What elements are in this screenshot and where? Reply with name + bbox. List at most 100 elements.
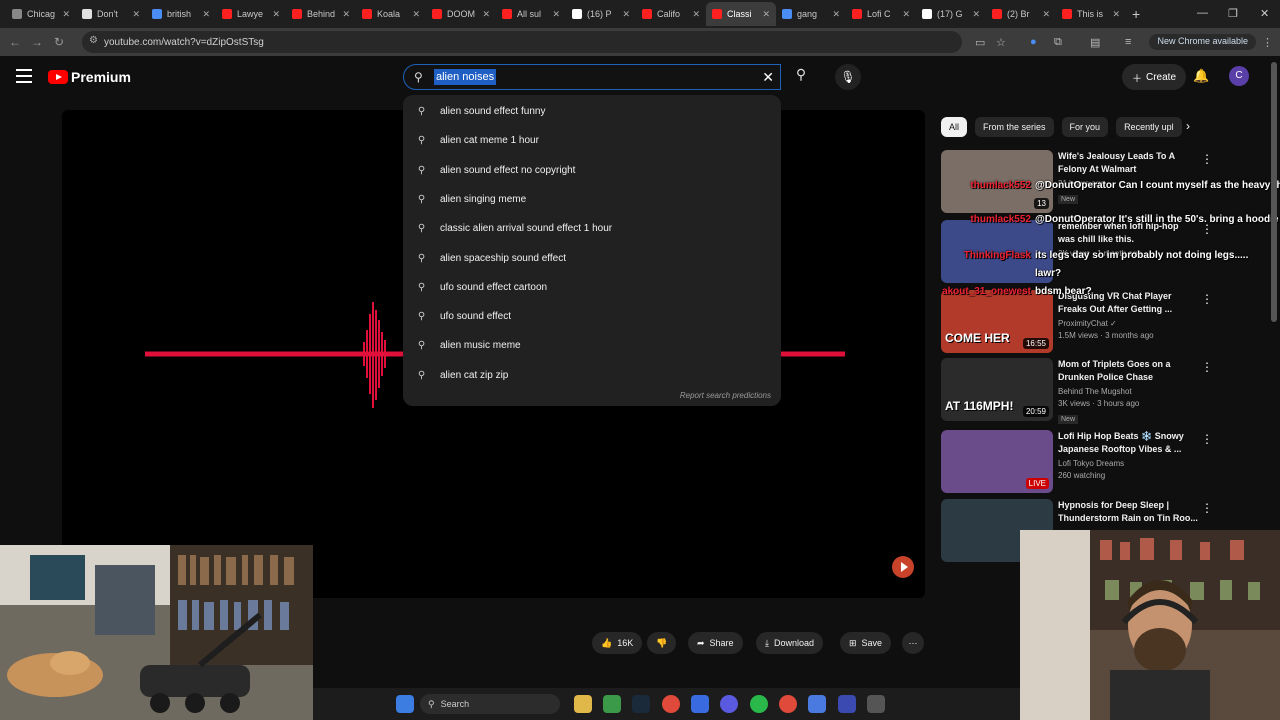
tab-close-icon[interactable]: ✕ <box>832 9 840 20</box>
search-suggestion-item[interactable]: ⚲ ufo sound effect <box>403 302 781 331</box>
notifications-bell-icon[interactable]: 🔔 <box>1193 68 1209 84</box>
chips-next-chevron-icon[interactable]: › <box>1186 119 1190 133</box>
video-options-icon[interactable]: ⋮ <box>1201 152 1213 166</box>
browser-tab[interactable]: Califo ✕ <box>636 2 706 26</box>
related-video-card[interactable]: COME HER 16:55 Disgusting VR Chat Player F… <box>941 290 1213 354</box>
related-video-card[interactable]: LIVE Lofi Hip Hop Beats ❄️ Snowy Japanese… <box>941 430 1213 494</box>
taskbar-app-icon-5[interactable] <box>867 695 885 713</box>
taskbar-search[interactable]: ⚲ Search <box>420 694 560 714</box>
search-suggestion-item[interactable]: ⚲ alien music meme <box>403 331 781 360</box>
related-video-card[interactable]: AT 116MPH! 20:59 Mom of Triplets Goes on a… <box>941 358 1213 424</box>
tab-close-icon[interactable]: ✕ <box>412 9 420 20</box>
video-thumbnail[interactable]: LIVE <box>941 430 1053 493</box>
extension-icon[interactable]: ● <box>1030 36 1037 48</box>
maximize-icon[interactable]: ❐ <box>1228 7 1238 20</box>
save-button[interactable]: ⊞ Save <box>840 632 892 654</box>
menu-icon[interactable] <box>16 69 32 83</box>
browser-tab[interactable]: Don't ✕ <box>76 2 146 26</box>
extensions-puzzle-icon[interactable]: ⧉ <box>1054 36 1062 49</box>
browser-tab[interactable]: british ✕ <box>146 2 216 26</box>
filter-chip[interactable]: All <box>941 117 968 137</box>
clear-search-icon[interactable]: ✕ <box>762 69 774 86</box>
browser-tab[interactable]: (17) G ✕ <box>916 2 986 26</box>
search-input[interactable]: alien noises <box>434 69 497 85</box>
search-suggestion-item[interactable]: ⚲ alien sound effect no copyright <box>403 156 781 185</box>
browser-tab[interactable]: Behind ✕ <box>286 2 356 26</box>
filter-chip[interactable]: Recently upl <box>1116 117 1182 137</box>
taskbar-app-icon-2[interactable] <box>691 695 709 713</box>
chrome-icon-2[interactable] <box>779 695 797 713</box>
tab-close-icon[interactable]: ✕ <box>272 9 280 20</box>
search-suggestion-item[interactable]: ⚲ alien spaceship sound effect <box>403 244 781 273</box>
video-options-icon[interactable]: ⋮ <box>1201 501 1213 515</box>
search-suggestion-item[interactable]: ⚲ alien singing meme <box>403 185 781 214</box>
tab-close-icon[interactable]: ✕ <box>132 9 140 20</box>
search-suggestion-item[interactable]: ⚲ classic alien arrival sound effect 1 ho… <box>403 214 781 243</box>
video-options-icon[interactable]: ⋮ <box>1201 432 1213 446</box>
tab-close-icon[interactable]: ✕ <box>762 9 770 20</box>
back-icon[interactable]: ← <box>4 35 26 49</box>
tab-close-icon[interactable]: ✕ <box>202 9 210 20</box>
bookmark-star-icon[interactable]: ☆ <box>996 36 1006 49</box>
tab-close-icon[interactable]: ✕ <box>692 9 700 20</box>
tab-close-icon[interactable]: ✕ <box>62 9 70 20</box>
filter-chip[interactable]: For you <box>1061 117 1109 137</box>
new-tab-icon[interactable]: + <box>1132 6 1140 22</box>
taskbar-app-icon-4[interactable] <box>838 695 856 713</box>
browser-tab[interactable]: Lofi C ✕ <box>846 2 916 26</box>
discord-icon[interactable] <box>720 695 738 713</box>
report-search-predictions-link[interactable]: Report search predictions <box>680 391 771 400</box>
account-avatar[interactable]: C <box>1229 66 1249 86</box>
search-button[interactable]: ⚲ <box>786 66 816 88</box>
chrome-menu-icon[interactable]: ⋮ <box>1262 36 1273 49</box>
tab-close-icon[interactable]: ✕ <box>552 9 560 20</box>
reading-list-icon[interactable]: ≡ <box>1125 36 1131 48</box>
taskbar-app-icon-3[interactable] <box>808 695 826 713</box>
search-suggestion-item[interactable]: ⚲ alien sound effect funny <box>403 97 781 126</box>
play-next-icon[interactable] <box>892 556 914 578</box>
share-button[interactable]: ➦ Share <box>688 632 743 654</box>
new-chrome-available-button[interactable]: New Chrome available <box>1149 34 1256 50</box>
create-button[interactable]: ＋ Create <box>1122 64 1186 90</box>
browser-tab[interactable]: Chicag ✕ <box>6 2 76 26</box>
voice-search-icon[interactable]: 🎙 <box>835 64 861 90</box>
search-suggestion-item[interactable]: ⚲ ufo sound effect cartoon <box>403 273 781 302</box>
site-info-icon[interactable]: ⚙ <box>89 35 98 46</box>
taskbar-app-icon[interactable] <box>603 695 621 713</box>
tab-close-icon[interactable]: ✕ <box>342 9 350 20</box>
search-box[interactable]: ⚲ alien noises ✕ <box>403 64 781 90</box>
browser-tab[interactable]: DOOM ✕ <box>426 2 496 26</box>
browser-tab[interactable]: Koala ✕ <box>356 2 426 26</box>
reload-icon[interactable]: ↻ <box>48 35 70 49</box>
video-thumbnail[interactable]: AT 116MPH! 20:59 <box>941 358 1053 421</box>
browser-tab[interactable]: (2) Br ✕ <box>986 2 1056 26</box>
browser-tab[interactable]: All sul ✕ <box>496 2 566 26</box>
video-options-icon[interactable]: ⋮ <box>1201 360 1213 374</box>
more-actions-icon[interactable]: ⋯ <box>902 632 924 654</box>
search-suggestion-item[interactable]: ⚲ alien cat zip zip <box>403 361 781 390</box>
browser-tab[interactable]: (16) P ✕ <box>566 2 636 26</box>
steam-icon[interactable] <box>632 695 650 713</box>
address-bar[interactable]: ⚙ youtube.com/watch?v=dZipOstSTsg <box>82 31 962 53</box>
browser-tab[interactable]: Classi ✕ <box>706 2 776 26</box>
youtube-premium-logo[interactable]: Premium <box>48 69 131 85</box>
window-close-icon[interactable]: ✕ <box>1260 7 1269 20</box>
forward-icon[interactable]: → <box>26 35 48 49</box>
browser-tab[interactable]: This is ✕ <box>1056 2 1126 26</box>
dislike-button[interactable]: 👎 <box>647 632 677 654</box>
tab-close-icon[interactable]: ✕ <box>902 9 910 20</box>
minimize-icon[interactable]: — <box>1197 7 1208 19</box>
windows-start-icon[interactable] <box>396 695 414 713</box>
download-button[interactable]: ⤓ Download <box>756 632 824 654</box>
chrome-icon[interactable] <box>662 695 680 713</box>
file-explorer-icon[interactable] <box>574 695 592 713</box>
page-scrollbar[interactable] <box>1271 62 1277 322</box>
video-options-icon[interactable]: ⋮ <box>1201 292 1213 306</box>
tab-close-icon[interactable]: ✕ <box>622 9 630 20</box>
tab-close-icon[interactable]: ✕ <box>1042 9 1050 20</box>
filter-chip[interactable]: From the series <box>975 117 1054 137</box>
sidebar-icon[interactable]: ▤ <box>1090 36 1100 49</box>
spotify-icon[interactable] <box>750 695 768 713</box>
search-suggestion-item[interactable]: ⚲ alien cat meme 1 hour <box>403 126 781 155</box>
browser-tab[interactable]: gang ✕ <box>776 2 846 26</box>
